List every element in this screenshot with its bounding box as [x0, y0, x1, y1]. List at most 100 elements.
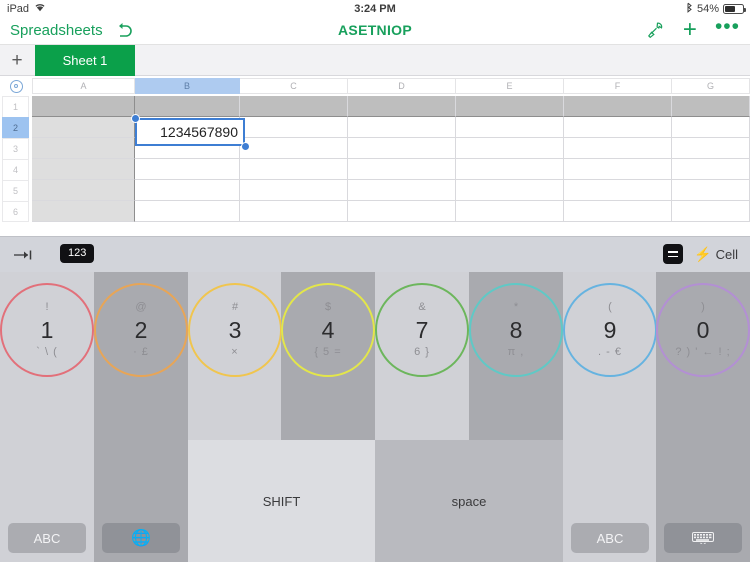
sheet-tab-sheet-1[interactable]: Sheet 1: [35, 45, 135, 76]
key-3[interactable]: # 3 ×: [188, 283, 282, 377]
battery-icon: [723, 3, 746, 14]
cell-e4[interactable]: [456, 159, 564, 180]
paint-roller-icon[interactable]: [645, 20, 665, 40]
row-header-6[interactable]: 6: [2, 201, 29, 222]
cell-a6[interactable]: [32, 201, 135, 222]
cell-d6[interactable]: [348, 201, 456, 222]
bolt-icon: ⚡: [694, 245, 712, 262]
asetniop-keyboard: ! 1 ` \ ( ABC @ 2 · £ 🌐 # 3 × $ 4 {5 = …: [0, 272, 750, 562]
tab-indent-icon[interactable]: [12, 248, 36, 262]
numeric-keyboard-button[interactable]: 123: [60, 244, 95, 263]
column-header-a[interactable]: A: [32, 78, 135, 94]
selection-handle-bottom-right[interactable]: [241, 142, 250, 151]
space-key[interactable]: space: [375, 440, 563, 562]
cell-g1[interactable]: [672, 96, 750, 117]
cell-b5[interactable]: [135, 180, 240, 201]
column-header-g[interactable]: G: [672, 78, 750, 94]
list-menu-icon[interactable]: [663, 244, 684, 264]
column-header-d[interactable]: D: [348, 78, 456, 94]
cell-e1[interactable]: [456, 96, 564, 117]
key-column-7[interactable]: ( 9 . - € ABC: [563, 272, 657, 562]
row-header-4[interactable]: 4: [2, 159, 29, 180]
cell-d5[interactable]: [348, 180, 456, 201]
abc-left-button[interactable]: ABC: [8, 523, 86, 553]
cell-e3[interactable]: [456, 138, 564, 159]
cell-e2[interactable]: [456, 117, 564, 138]
key-column-1[interactable]: ! 1 ` \ ( ABC: [0, 272, 94, 562]
cell-f6[interactable]: [564, 201, 672, 222]
cell-c5[interactable]: [240, 180, 348, 201]
key-9[interactable]: ( 9 . - €: [563, 283, 657, 377]
cell-f2[interactable]: [564, 117, 672, 138]
battery-percent: 54%: [696, 2, 719, 15]
cell-d2[interactable]: [348, 117, 456, 138]
cell-a2[interactable]: [32, 117, 135, 138]
cell-f4[interactable]: [564, 159, 672, 180]
cell-g6[interactable]: [672, 201, 750, 222]
key-1-bottom: ` \ (: [36, 346, 58, 358]
cell-c6[interactable]: [240, 201, 348, 222]
cell-g5[interactable]: [672, 180, 750, 201]
cell-f3[interactable]: [564, 138, 672, 159]
cell-f1[interactable]: [564, 96, 672, 117]
key-4-main: 4: [321, 317, 335, 343]
cell-g4[interactable]: [672, 159, 750, 180]
cell-d1[interactable]: [348, 96, 456, 117]
cell-menu-button[interactable]: ⚡ Cell: [694, 246, 738, 263]
cell-a5[interactable]: [32, 180, 135, 201]
selection-handle-top-left[interactable]: [131, 114, 140, 123]
cell-c2[interactable]: [240, 117, 348, 138]
status-time: 3:24 PM: [354, 2, 396, 15]
cell-a3[interactable]: [32, 138, 135, 159]
bluetooth-icon: [686, 2, 693, 16]
plus-icon[interactable]: +: [683, 18, 697, 42]
key-1-top: !: [45, 301, 49, 313]
key-1[interactable]: ! 1 ` \ (: [0, 283, 94, 377]
row-header-3[interactable]: 3: [2, 138, 29, 159]
cell-e5[interactable]: [456, 180, 564, 201]
cell-f5[interactable]: [564, 180, 672, 201]
shift-key[interactable]: SHIFT: [188, 440, 375, 562]
select-all-icon[interactable]: [0, 76, 32, 96]
active-cell-selection[interactable]: 1234567890: [135, 118, 245, 146]
key-2[interactable]: @ 2 · £: [94, 283, 188, 377]
column-header-e[interactable]: E: [456, 78, 564, 94]
cell-g3[interactable]: [672, 138, 750, 159]
ellipsis-icon[interactable]: •••: [715, 16, 740, 41]
cell-g2[interactable]: [672, 117, 750, 138]
cell-d3[interactable]: [348, 138, 456, 159]
cell-c3[interactable]: [240, 138, 348, 159]
cell-c4[interactable]: [240, 159, 348, 180]
key-7-top: &: [418, 301, 426, 313]
key-8[interactable]: * 8 π ,: [469, 283, 563, 377]
column-header-c[interactable]: C: [240, 78, 348, 94]
table-row: [32, 96, 750, 117]
cell-b4[interactable]: [135, 159, 240, 180]
cell-d4[interactable]: [348, 159, 456, 180]
key-3-bottom: ×: [231, 346, 239, 358]
key-8-top: *: [513, 301, 519, 313]
key-7[interactable]: & 7 6 }: [375, 283, 469, 377]
cell-b1[interactable]: [135, 96, 240, 117]
add-sheet-button[interactable]: +: [8, 45, 26, 76]
key-4[interactable]: $ 4 { 5 =: [281, 283, 375, 377]
hide-keyboard-icon[interactable]: [664, 523, 742, 553]
key-column-2[interactable]: @ 2 · £ 🌐: [94, 272, 188, 562]
cell-a4[interactable]: [32, 159, 135, 180]
globe-icon[interactable]: 🌐: [102, 523, 180, 553]
cell-b6[interactable]: [135, 201, 240, 222]
table-row: [32, 159, 750, 180]
app-nav-bar: Spreadsheets ASETNIOP + •••: [0, 16, 750, 45]
cell-a1[interactable]: [32, 96, 135, 117]
row-header-2[interactable]: 2: [2, 117, 29, 138]
cell-e6[interactable]: [456, 201, 564, 222]
row-header-5[interactable]: 5: [2, 180, 29, 201]
cell-c1[interactable]: [240, 96, 348, 117]
abc-right-button[interactable]: ABC: [571, 523, 649, 553]
key-column-8[interactable]: ) 0 ? ) ' ← ! ;: [656, 272, 750, 562]
column-header-b[interactable]: B: [135, 78, 240, 94]
column-header-f[interactable]: F: [564, 78, 672, 94]
row-header-1[interactable]: 1: [2, 96, 29, 117]
key-0-top: ): [701, 301, 705, 313]
key-0[interactable]: ) 0 ? ) ' ← ! ;: [656, 283, 750, 377]
